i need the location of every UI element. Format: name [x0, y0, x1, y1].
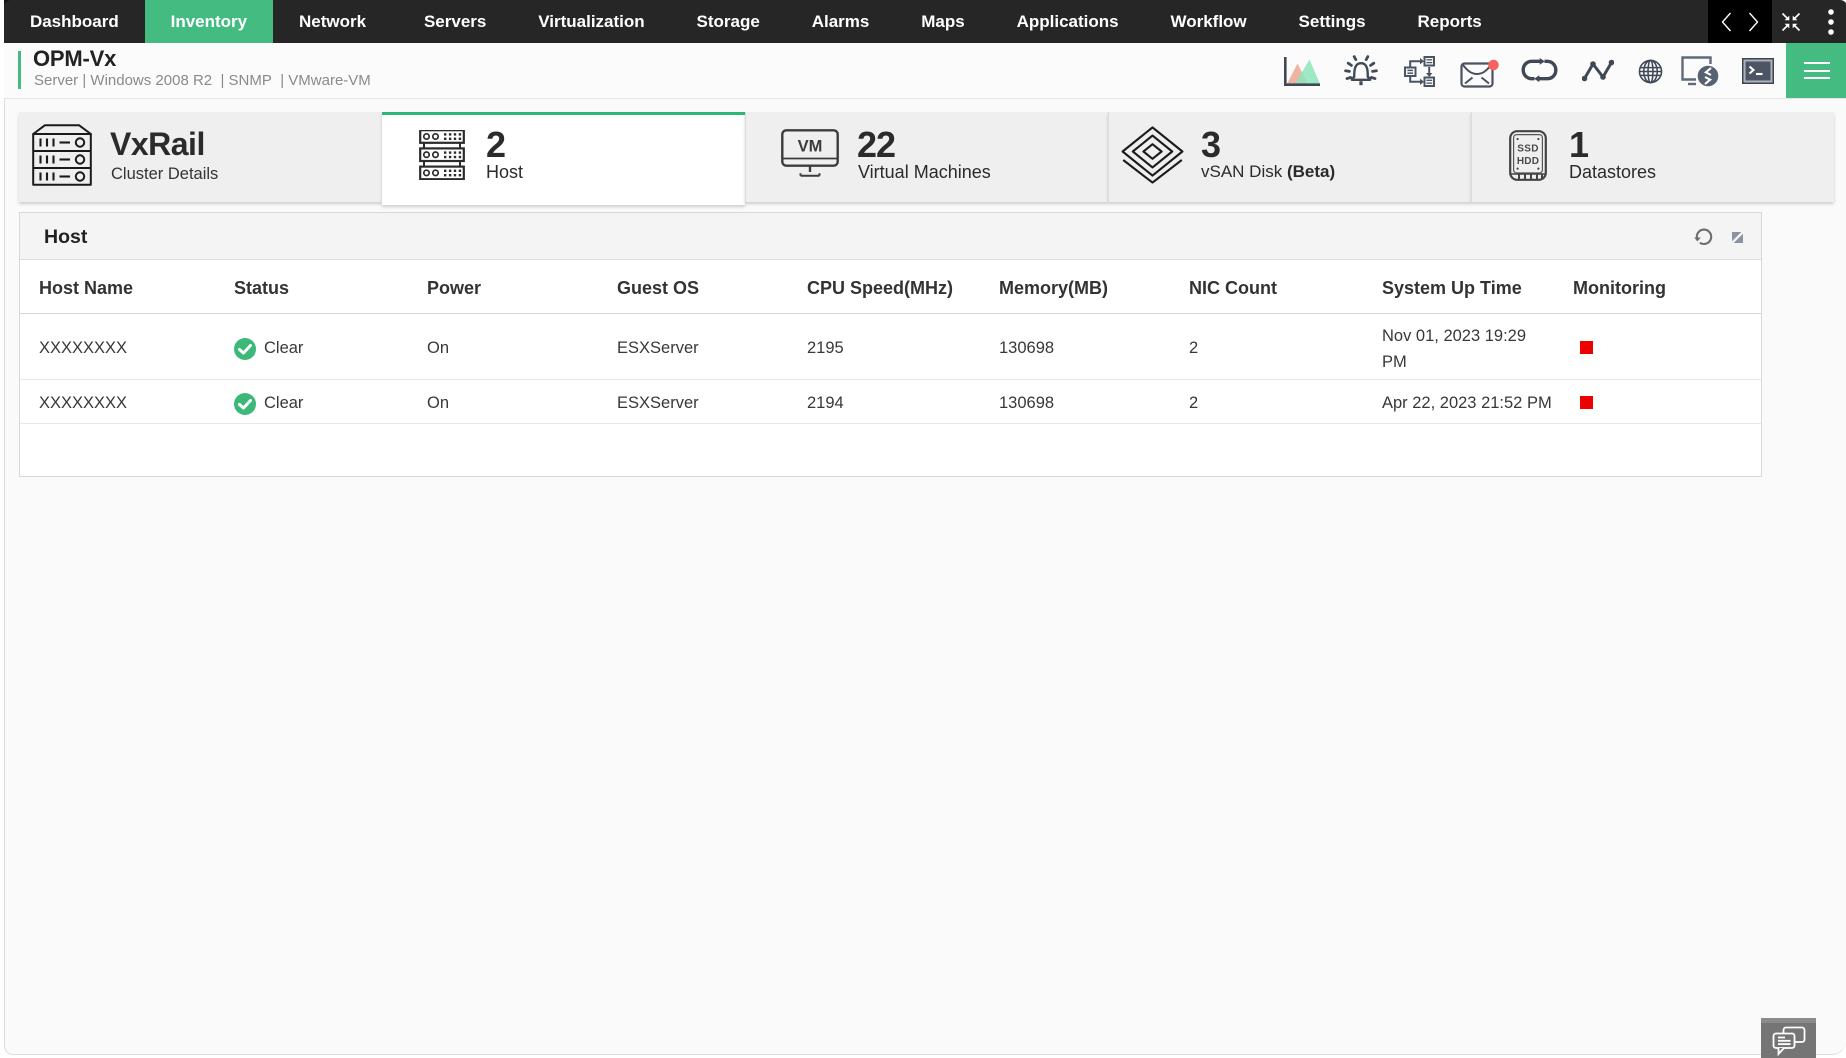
svg-text:SSD: SSD	[1517, 144, 1538, 155]
svg-text:VM: VM	[798, 138, 823, 156]
svg-text:HDD: HDD	[1517, 156, 1539, 167]
